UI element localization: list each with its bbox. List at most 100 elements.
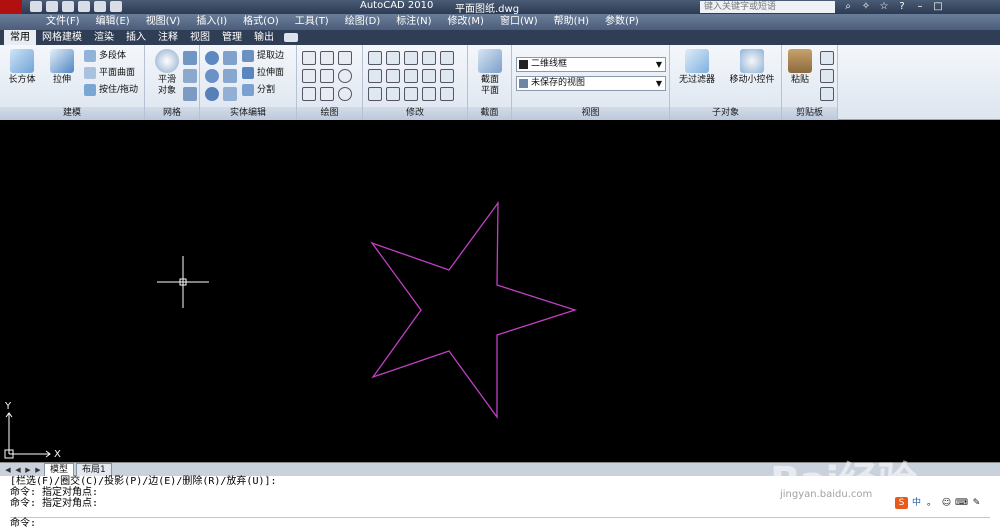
menu-insert[interactable]: 插入(I): [188, 14, 235, 30]
array-icon[interactable]: [368, 87, 382, 101]
separate-button[interactable]: 分割: [242, 84, 275, 96]
offset-icon[interactable]: [404, 87, 418, 101]
subtract-icon[interactable]: [205, 69, 219, 83]
minimize-icon[interactable]: –: [914, 1, 926, 12]
tab-render[interactable]: 渲染: [88, 30, 120, 45]
undo-icon[interactable]: [78, 1, 90, 12]
ribbon-minimize-toggle[interactable]: [284, 33, 298, 42]
intersect-icon[interactable]: [205, 87, 219, 101]
menu-draw[interactable]: 绘图(D): [337, 14, 389, 30]
menu-modify[interactable]: 修改(M): [440, 14, 492, 30]
panel-title-draw[interactable]: 绘图: [297, 107, 362, 120]
menu-view[interactable]: 视图(V): [138, 14, 189, 30]
plot-icon[interactable]: [110, 1, 122, 12]
spline-icon[interactable]: [302, 69, 316, 83]
union-icon[interactable]: [205, 51, 219, 65]
box-button[interactable]: 长方体: [2, 49, 42, 86]
search-input[interactable]: 键入关键字或短语: [700, 1, 835, 13]
star-shape[interactable]: [370, 200, 578, 419]
redo-icon[interactable]: [94, 1, 106, 12]
panel-title-solid-editing[interactable]: 实体编辑: [200, 107, 296, 120]
menu-dimension[interactable]: 标注(N): [388, 14, 439, 30]
copy-clip-icon[interactable]: [820, 69, 834, 83]
section-plane-button[interactable]: 截面 平面: [470, 49, 510, 97]
panel-title-mesh[interactable]: 网格: [145, 107, 199, 120]
rectangle-icon[interactable]: [320, 87, 334, 101]
panel-title-clipboard[interactable]: 剪贴板: [782, 107, 837, 120]
rotate-icon[interactable]: [404, 69, 418, 83]
move-gizmo-button[interactable]: 移动小控件: [724, 49, 780, 86]
planar-surface-button[interactable]: 平面曲面: [84, 67, 135, 79]
keyboard-icon[interactable]: ⌨: [955, 497, 968, 509]
visual-style-dropdown[interactable]: 二维线框 ▼: [516, 57, 666, 72]
panel-title-modeling[interactable]: 建模: [0, 107, 144, 120]
interfere-icon[interactable]: [223, 69, 237, 83]
menu-file[interactable]: 文件(F): [38, 14, 88, 30]
sogou-icon[interactable]: S: [895, 497, 908, 509]
thicken-icon[interactable]: [223, 87, 237, 101]
line-icon[interactable]: [320, 69, 334, 83]
menu-format[interactable]: 格式(O): [235, 14, 287, 30]
polygon-icon[interactable]: [302, 87, 316, 101]
extrude-faces-button[interactable]: 拉伸面: [242, 67, 284, 79]
cut-icon[interactable]: [820, 51, 834, 65]
save-icon[interactable]: [62, 1, 74, 12]
tab-insert[interactable]: 插入: [120, 30, 152, 45]
chinese-mode-icon[interactable]: 中: [910, 497, 923, 509]
menu-edit[interactable]: 编辑(E): [88, 14, 138, 30]
3d-rotate-icon[interactable]: [386, 51, 400, 65]
circle-icon[interactable]: [338, 69, 352, 83]
mesh-tool-icon[interactable]: [183, 51, 197, 65]
ellipse-icon[interactable]: [338, 87, 352, 101]
panel-title-subobject[interactable]: 子对象: [670, 107, 781, 120]
scale-icon[interactable]: [440, 69, 454, 83]
match-properties-icon[interactable]: [820, 87, 834, 101]
menu-help[interactable]: 帮助(H): [546, 14, 597, 30]
first-tab-icon[interactable]: ◀: [4, 465, 12, 475]
presspull-button[interactable]: 按住/拖动: [84, 84, 138, 96]
tab-model[interactable]: 模型: [44, 462, 75, 477]
move-icon[interactable]: [404, 51, 418, 65]
saved-view-dropdown[interactable]: 未保存的视图 ▼: [516, 76, 666, 91]
menu-tools[interactable]: 工具(T): [287, 14, 337, 30]
punctuation-icon[interactable]: 。: [925, 497, 938, 509]
smooth-object-button[interactable]: 平滑 对象: [147, 49, 187, 97]
arc-icon[interactable]: [338, 51, 352, 65]
polysolid-button[interactable]: 多段体: [84, 50, 126, 62]
tab-manage[interactable]: 管理: [216, 30, 248, 45]
copy-icon[interactable]: [422, 51, 436, 65]
next-tab-icon[interactable]: ▶: [24, 465, 32, 475]
extract-edges-button[interactable]: 提取边: [242, 50, 284, 62]
tab-output[interactable]: 输出: [248, 30, 280, 45]
panel-title-modify[interactable]: 修改: [363, 107, 467, 120]
last-tab-icon[interactable]: ▶: [34, 465, 42, 475]
slice-icon[interactable]: [223, 51, 237, 65]
menu-params[interactable]: 参数(P): [597, 14, 647, 30]
tab-home[interactable]: 常用: [4, 30, 36, 45]
fillet-icon[interactable]: [368, 69, 382, 83]
panel-title-view[interactable]: 视图: [512, 107, 669, 120]
mesh-tool-icon[interactable]: [183, 87, 197, 101]
tab-mesh-modeling[interactable]: 网格建模: [36, 30, 88, 45]
tab-layout1[interactable]: 布局1: [76, 462, 112, 477]
no-filter-button[interactable]: 无过滤器: [674, 49, 720, 86]
drawing-canvas[interactable]: Y X: [0, 121, 1000, 462]
maximize-icon[interactable]: □: [932, 1, 944, 12]
new-icon[interactable]: [30, 1, 42, 12]
polyline-icon[interactable]: [302, 51, 316, 65]
tab-view[interactable]: 视图: [184, 30, 216, 45]
panel-title-section[interactable]: 截面: [468, 107, 511, 120]
stretch-icon[interactable]: [440, 51, 454, 65]
paste-button[interactable]: 粘贴: [784, 49, 816, 86]
binoculars-icon[interactable]: ⌕: [842, 1, 854, 12]
erase-icon[interactable]: [422, 87, 436, 101]
explode-icon[interactable]: [440, 87, 454, 101]
open-icon[interactable]: [46, 1, 58, 12]
key-icon[interactable]: ✧: [860, 1, 872, 12]
autocad-logo-icon[interactable]: [0, 0, 22, 14]
tab-annotate[interactable]: 注释: [152, 30, 184, 45]
mirror-icon[interactable]: [422, 69, 436, 83]
align-icon[interactable]: [386, 87, 400, 101]
3d-array-icon[interactable]: [386, 69, 400, 83]
3d-polyline-icon[interactable]: [320, 51, 334, 65]
